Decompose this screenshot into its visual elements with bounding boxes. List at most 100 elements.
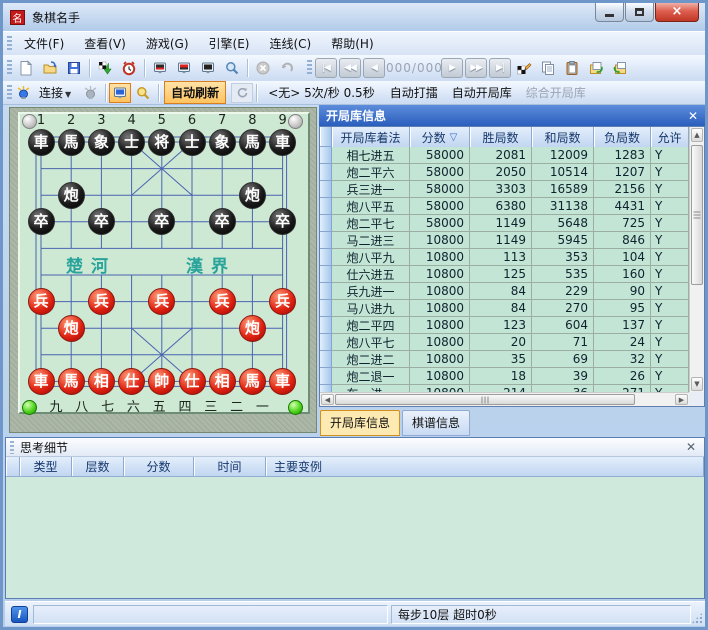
row-selector-9[interactable]	[320, 300, 332, 317]
next-move-button[interactable]: ▶	[441, 58, 463, 78]
think-panel-grip[interactable]	[10, 441, 14, 454]
piece-r-9-8[interactable]: 車	[269, 368, 296, 395]
book-header-0[interactable]: 开局库着法	[332, 127, 410, 147]
think-panel-close-icon[interactable]: ✕	[686, 440, 696, 454]
copy-button[interactable]	[536, 57, 560, 79]
piece-b-0-4[interactable]: 将	[148, 129, 175, 156]
board-view-2-button[interactable]	[172, 57, 196, 79]
table-row-11[interactable]: 炮八平七10800207124Y	[320, 334, 689, 351]
piece-b-0-7[interactable]: 馬	[239, 129, 266, 156]
toolbar2-grip[interactable]	[307, 60, 312, 76]
menu-grip[interactable]	[7, 36, 12, 52]
piece-b-3-6[interactable]: 卒	[209, 208, 236, 235]
scroll-down-icon[interactable]: ▼	[691, 377, 703, 391]
piece-r-9-4[interactable]: 帥	[148, 368, 175, 395]
menu-item-1[interactable]: 查看(V)	[74, 32, 136, 55]
piece-r-6-0[interactable]: 兵	[28, 288, 55, 315]
edit-position-button[interactable]	[512, 57, 536, 79]
save-button[interactable]	[62, 57, 86, 79]
timer-button[interactable]	[117, 57, 141, 79]
first-move-button[interactable]: |◀	[315, 58, 337, 78]
piece-b-0-2[interactable]: 象	[88, 129, 115, 156]
table-row-2[interactable]: 兵三进一580003303165892156Y	[320, 181, 689, 198]
piece-r-9-7[interactable]: 馬	[239, 368, 266, 395]
book-header-4[interactable]: 负局数	[594, 127, 651, 147]
menu-item-3[interactable]: 引擎(E)	[199, 32, 260, 55]
row-selector-11[interactable]	[320, 334, 332, 351]
auto-refresh-button[interactable]: 自动刷新	[164, 81, 226, 104]
piece-b-3-2[interactable]: 卒	[88, 208, 115, 235]
table-row-10[interactable]: 炮二平四10800123604137Y	[320, 317, 689, 334]
book-panel-close-icon[interactable]: ✕	[688, 109, 698, 123]
row-selector-5[interactable]	[320, 232, 332, 249]
piece-r-9-2[interactable]: 相	[88, 368, 115, 395]
table-row-0[interactable]: 相七进五580002081120091283Y	[320, 147, 689, 164]
piece-b-0-0[interactable]: 車	[28, 129, 55, 156]
tab-book-info[interactable]: 开局库信息	[320, 410, 400, 436]
row-selector-2[interactable]	[320, 181, 332, 198]
fast-back-button[interactable]: ◀◀	[339, 58, 361, 78]
row-selector-0[interactable]	[320, 147, 332, 164]
book-horizontal-scrollbar[interactable]: ◀ ▶	[320, 392, 689, 406]
menu-item-0[interactable]: 文件(F)	[14, 32, 74, 55]
piece-r-9-6[interactable]: 相	[209, 368, 236, 395]
connect-icon-slot[interactable]	[14, 82, 32, 104]
book-header-5[interactable]: 允许	[651, 127, 689, 147]
piece-r-6-8[interactable]: 兵	[269, 288, 296, 315]
think-header-3[interactable]: 时间	[194, 457, 266, 476]
import-book-button[interactable]	[584, 57, 608, 79]
auto-arena-button[interactable]: 自动打擂	[385, 82, 443, 103]
scroll-left-icon[interactable]: ◀	[321, 394, 334, 405]
piece-b-0-5[interactable]: 士	[179, 129, 206, 156]
open-file-button[interactable]	[38, 57, 62, 79]
row-selector-1[interactable]	[320, 164, 332, 181]
piece-r-9-5[interactable]: 仕	[179, 368, 206, 395]
toolbar1-grip[interactable]	[7, 60, 12, 76]
fast-forward-button[interactable]: ▶▶	[465, 58, 487, 78]
row-selector-14[interactable]	[320, 385, 332, 392]
maximize-button[interactable]	[625, 3, 654, 22]
board-view-1-button[interactable]	[148, 57, 172, 79]
monitor-toggle-button[interactable]	[109, 83, 131, 103]
row-selector-10[interactable]	[320, 317, 332, 334]
table-row-9[interactable]: 马八进九108008427095Y	[320, 300, 689, 317]
book-header-2[interactable]: 胜局数	[470, 127, 532, 147]
book-vertical-scrollbar[interactable]: ▲ ▼	[689, 127, 704, 392]
menu-item-4[interactable]: 连线(C)	[259, 32, 321, 55]
piece-r-7-1[interactable]: 炮	[58, 315, 85, 342]
scroll-right-icon[interactable]: ▶	[675, 394, 688, 405]
engine-go-button[interactable]	[93, 57, 117, 79]
new-file-button[interactable]	[14, 57, 38, 79]
table-row-5[interactable]: 马二进三1080011495945846Y	[320, 232, 689, 249]
board-view-3-button[interactable]	[196, 57, 220, 79]
piece-r-9-3[interactable]: 仕	[118, 368, 145, 395]
table-row-7[interactable]: 仕六进五10800125535160Y	[320, 266, 689, 283]
table-row-3[interactable]: 炮八平五580006380311384431Y	[320, 198, 689, 215]
row-selector-3[interactable]	[320, 198, 332, 215]
close-button[interactable]: ×	[655, 3, 699, 22]
vertical-scroll-thumb[interactable]	[691, 145, 703, 285]
piece-r-6-2[interactable]: 兵	[88, 288, 115, 315]
last-move-button[interactable]: ▶|	[489, 58, 511, 78]
piece-b-3-0[interactable]: 卒	[28, 208, 55, 235]
table-row-6[interactable]: 炮八平九10800113353104Y	[320, 249, 689, 266]
auto-book-button[interactable]: 自动开局库	[447, 82, 517, 103]
row-selector-13[interactable]	[320, 368, 332, 385]
table-row-13[interactable]: 炮二退一10800183926Y	[320, 368, 689, 385]
minimize-button[interactable]	[595, 3, 624, 22]
piece-b-0-3[interactable]: 士	[118, 129, 145, 156]
prev-move-button[interactable]: ◀	[363, 58, 385, 78]
table-row-8[interactable]: 兵九进一108008422990Y	[320, 283, 689, 300]
menu-item-2[interactable]: 游戏(G)	[136, 32, 199, 55]
piece-b-2-1[interactable]: 炮	[58, 182, 85, 209]
piece-r-6-6[interactable]: 兵	[209, 288, 236, 315]
book-header-1[interactable]: 分数▽	[410, 127, 470, 147]
board-search-button[interactable]	[131, 82, 155, 104]
table-row-14[interactable]: 车一进一1080021436271Y	[320, 385, 689, 392]
think-header-1[interactable]: 层数	[72, 457, 124, 476]
paste-button[interactable]	[560, 57, 584, 79]
table-row-12[interactable]: 炮二进二10800356932Y	[320, 351, 689, 368]
piece-b-0-6[interactable]: 象	[209, 129, 236, 156]
piece-r-9-0[interactable]: 車	[28, 368, 55, 395]
search-button[interactable]	[220, 57, 244, 79]
